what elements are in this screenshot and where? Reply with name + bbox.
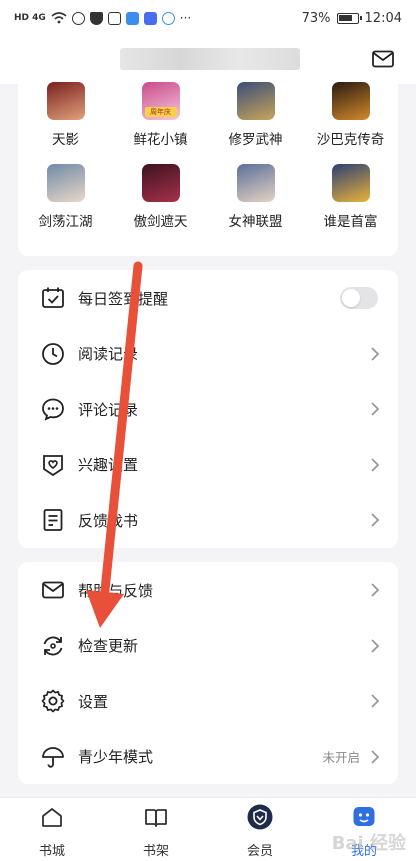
app-notification-icon bbox=[71, 11, 85, 25]
menu-row-label: 阅读记录 bbox=[78, 345, 139, 363]
game-item[interactable]: 天影 bbox=[18, 82, 113, 148]
menu-row-label: 检查更新 bbox=[78, 637, 139, 655]
games-grid: 天影 周年庆 鲜花小镇 修罗武神 沙巴克传奇 剑荡江湖 傲剑遮天 女神联盟 谁是首富 bbox=[18, 82, 398, 256]
search-app-icon bbox=[125, 11, 139, 25]
game-icon bbox=[331, 82, 370, 120]
chevron-right-icon bbox=[370, 401, 380, 417]
game-item[interactable]: 周年庆 鲜花小镇 bbox=[113, 82, 208, 148]
game-name: 谁是首富 bbox=[323, 214, 378, 230]
menu-row[interactable]: 反馈找书 bbox=[18, 492, 398, 548]
menu-group-system: 帮助与反馈检查更新设置青少年模式 未开启 bbox=[18, 562, 398, 784]
network-indicator: HD 4G bbox=[14, 13, 46, 23]
menu-row-label: 帮助与反馈 bbox=[78, 581, 154, 600]
nav-item[interactable]: 书城 bbox=[12, 804, 92, 859]
menu-row[interactable]: 帮助与反馈 bbox=[18, 562, 398, 618]
game-item[interactable]: 傲剑遮天 bbox=[113, 164, 208, 230]
nav-item[interactable]: 书架 bbox=[116, 804, 196, 859]
document-icon bbox=[40, 507, 66, 533]
menu-row[interactable]: 检查更新 bbox=[18, 618, 398, 674]
more-notifications-icon: ··· bbox=[179, 11, 192, 25]
menu-row-label: 兴趣设置 bbox=[78, 456, 139, 474]
gear-icon bbox=[40, 688, 66, 714]
game-icon bbox=[236, 82, 275, 120]
game-item[interactable]: 女神联盟 bbox=[208, 164, 303, 230]
menu-row[interactable]: 兴趣设置 bbox=[18, 437, 398, 493]
status-bar-right: 73% 12:04 bbox=[302, 11, 402, 26]
shield-icon bbox=[89, 11, 103, 25]
chevron-right-icon bbox=[370, 749, 380, 765]
bulb-app-icon bbox=[161, 11, 175, 25]
profile-icon bbox=[351, 804, 377, 830]
chevron-right-icon bbox=[370, 638, 380, 654]
game-icon bbox=[236, 164, 275, 202]
nav-item-label: 书架 bbox=[142, 844, 169, 859]
game-icon bbox=[141, 164, 180, 202]
game-name: 剑荡江湖 bbox=[38, 214, 93, 230]
menu-row-label: 每日签到提醒 bbox=[78, 289, 169, 308]
game-item[interactable]: 沙巴克传奇 bbox=[303, 82, 398, 148]
game-name: 鲜花小镇 bbox=[133, 132, 188, 148]
calendar-check-icon bbox=[40, 285, 66, 311]
game-name: 女神联盟 bbox=[228, 214, 283, 230]
menu-row[interactable]: 评论记录 bbox=[18, 381, 398, 437]
game-item[interactable]: 剑荡江湖 bbox=[18, 164, 113, 230]
menu-row-label: 评论记录 bbox=[78, 400, 139, 419]
mail-icon[interactable] bbox=[372, 50, 394, 68]
home-icon bbox=[39, 804, 65, 830]
user-name[interactable] bbox=[120, 48, 300, 70]
menu-row-value: 未开启 bbox=[322, 750, 360, 765]
email-notification-icon bbox=[107, 11, 121, 25]
status-bar: HD 4G ··· 73% 12:04 bbox=[0, 0, 416, 36]
menu-row[interactable]: 设置 bbox=[18, 673, 398, 729]
game-item[interactable]: 谁是首富 bbox=[303, 164, 398, 230]
menu-row-label: 青少年模式 bbox=[78, 748, 154, 766]
game-name: 傲剑遮天 bbox=[133, 214, 188, 230]
menu-row[interactable]: 阅读记录 bbox=[18, 326, 398, 382]
game-badge: 周年庆 bbox=[144, 107, 177, 117]
watermark: Bai 经验 bbox=[331, 833, 406, 854]
chevron-right-icon bbox=[370, 693, 380, 709]
nav-item-label: 会员 bbox=[246, 844, 273, 859]
game-item[interactable]: 修罗武神 bbox=[208, 82, 303, 148]
refresh-icon bbox=[40, 633, 66, 659]
game-name: 天影 bbox=[52, 132, 79, 148]
game-icon bbox=[46, 82, 85, 120]
nav-item[interactable]: 会员 bbox=[220, 804, 300, 859]
clock-time: 12:04 bbox=[364, 10, 402, 26]
profile-header bbox=[0, 36, 416, 84]
battery-icon bbox=[336, 12, 362, 24]
vip-shield-icon bbox=[247, 804, 273, 830]
wifi-icon bbox=[51, 12, 67, 24]
sign-in-reminder-toggle[interactable] bbox=[340, 287, 378, 309]
heart-tag-icon bbox=[40, 452, 66, 478]
clock-icon bbox=[40, 341, 66, 367]
game-name: 沙巴克传奇 bbox=[316, 132, 385, 148]
menu-row-label: 设置 bbox=[78, 692, 109, 711]
chevron-right-icon bbox=[370, 457, 380, 473]
mail-icon bbox=[40, 577, 66, 603]
menu-row-label: 反馈找书 bbox=[78, 511, 139, 530]
game-name: 修罗武神 bbox=[228, 132, 283, 148]
chevron-right-icon bbox=[370, 582, 380, 598]
chevron-right-icon bbox=[370, 512, 380, 528]
status-bar-left: HD 4G ··· bbox=[14, 11, 191, 25]
menu-row[interactable]: 每日签到提醒 bbox=[18, 270, 398, 326]
game-icon bbox=[331, 164, 370, 202]
chevron-right-icon bbox=[370, 346, 380, 362]
comment-icon bbox=[40, 396, 66, 422]
nav-item-label: 书城 bbox=[38, 844, 65, 859]
umbrella-icon bbox=[40, 744, 66, 770]
game-icon: 周年庆 bbox=[141, 82, 180, 120]
music-app-icon bbox=[143, 11, 157, 25]
menu-row[interactable]: 青少年模式 未开启 bbox=[18, 729, 398, 785]
battery-percent: 73% bbox=[301, 10, 331, 26]
book-icon bbox=[143, 804, 169, 830]
menu-group-personal: 每日签到提醒 阅读记录评论记录兴趣设置反馈找书 bbox=[18, 270, 398, 548]
game-icon bbox=[46, 164, 85, 202]
